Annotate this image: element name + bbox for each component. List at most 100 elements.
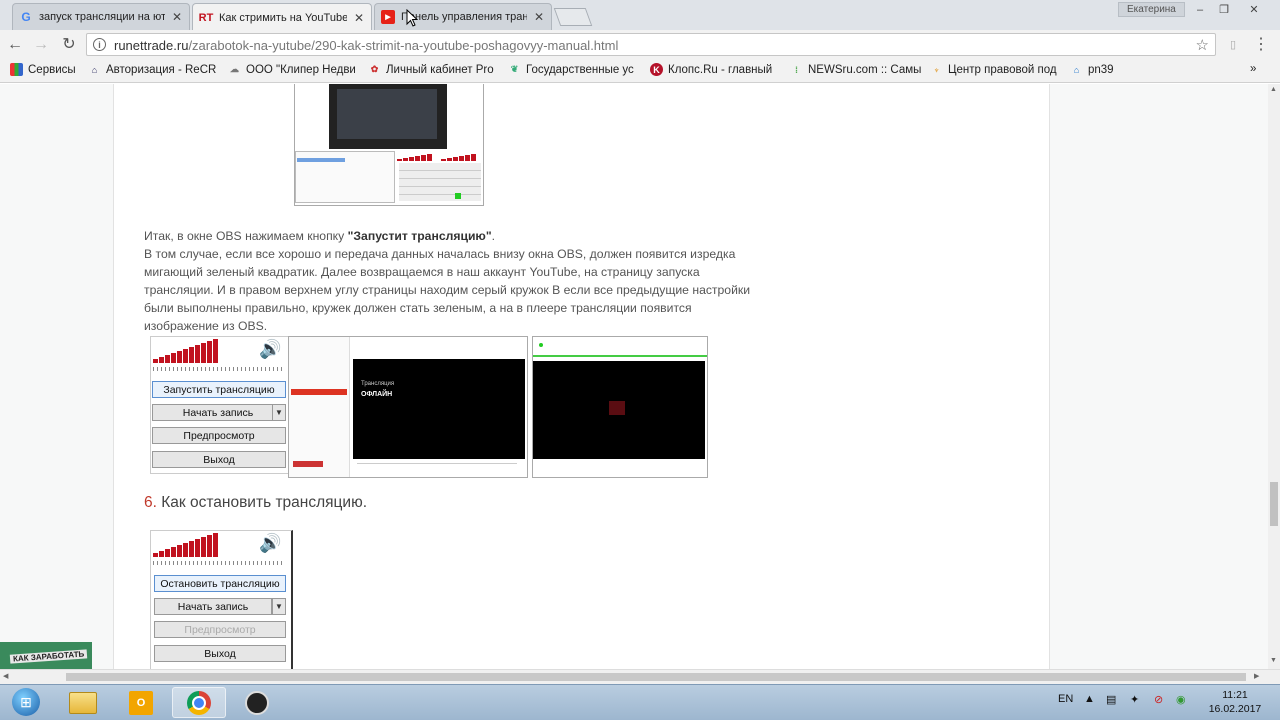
reload-icon[interactable]: ↻ bbox=[60, 36, 78, 54]
para-text: Итак, в окне OBS нажимаем кнопку bbox=[144, 229, 348, 243]
system-clock[interactable]: 11:21 16.02.2017 bbox=[1200, 688, 1270, 716]
chevron-down-icon[interactable]: ▼ bbox=[272, 404, 286, 421]
bookmark-item[interactable]: Сервисы bbox=[10, 63, 76, 76]
bookmark-item[interactable]: ☁ ООО "Клипер Недви bbox=[228, 63, 356, 76]
live-status-dot bbox=[539, 343, 543, 347]
outlook-icon: O bbox=[129, 690, 153, 715]
start-record-button[interactable]: Начать запись bbox=[152, 404, 284, 421]
close-icon[interactable]: ✕ bbox=[353, 11, 365, 25]
house-icon: ⌂ bbox=[91, 64, 98, 75]
bookmark-label: ООО "Клипер Недви bbox=[246, 63, 356, 76]
info-icon[interactable]: i bbox=[93, 38, 106, 51]
stream-logo-icon bbox=[609, 401, 625, 415]
school-icon: ⌂ bbox=[1073, 64, 1080, 75]
taskbar-explorer[interactable] bbox=[56, 687, 110, 718]
minimize-icon[interactable]: – bbox=[1190, 3, 1210, 17]
url-host: runettrade.ru bbox=[114, 38, 189, 53]
back-icon[interactable]: ← bbox=[6, 36, 24, 54]
start-stream-button[interactable]: Запустить трансляцию bbox=[152, 381, 286, 398]
article-paragraph: Итак, в окне OBS нажимаем кнопку "Запуст… bbox=[144, 228, 764, 335]
bookmarks-more-button[interactable]: » bbox=[1250, 63, 1256, 75]
url-path: /zarabotok-na-yutube/290-kak-strimit-na-… bbox=[188, 38, 619, 53]
taskbar-outlook[interactable]: O bbox=[114, 687, 168, 718]
promo-banner[interactable]: КАК ЗАРАБОТАТЬ bbox=[0, 642, 92, 669]
horizontal-scroll-thumb[interactable] bbox=[66, 673, 1246, 681]
offline-label: ОФЛАЙН bbox=[361, 391, 393, 398]
preview-button[interactable]: Предпросмотр bbox=[154, 621, 286, 638]
bookmark-item[interactable]: ⁞ NEWSru.com :: Самы bbox=[790, 63, 921, 76]
scroll-up-icon[interactable]: ▲ bbox=[1270, 86, 1277, 93]
para-bold: "Запустит трансляцию" bbox=[347, 229, 492, 243]
bookmark-item[interactable]: ♆ Центр правовой под bbox=[930, 63, 1057, 76]
url-text: runettrade.ru/zarabotok-na-yutube/290-ka… bbox=[114, 38, 618, 53]
torch-icon: ♆ bbox=[933, 64, 940, 75]
scroll-left-icon[interactable]: ◀ bbox=[3, 672, 8, 680]
window-close-icon[interactable]: ✕ bbox=[1240, 3, 1268, 17]
tab-title: Как стримить на YouTube bbox=[219, 11, 347, 24]
windows-logo-icon: ⊞ bbox=[12, 688, 40, 716]
taskbar-chrome[interactable] bbox=[172, 687, 226, 718]
bookmark-item[interactable]: ❦ Государственные ус bbox=[508, 63, 634, 76]
section-title: Как остановить трансляцию. bbox=[156, 494, 368, 511]
bookmark-item[interactable]: ⌂ pn39 bbox=[1070, 63, 1114, 76]
tab-article[interactable]: RT Как стримить на YouTube ✕ bbox=[192, 3, 372, 31]
exit-button[interactable]: Выход bbox=[154, 645, 286, 662]
taskbar-obs[interactable] bbox=[230, 687, 284, 718]
video-player[interactable]: Трансляция ОФЛАЙН bbox=[353, 359, 525, 459]
new-tab-button[interactable] bbox=[553, 8, 593, 26]
folder-icon bbox=[69, 691, 97, 714]
language-indicator[interactable]: EN bbox=[1058, 693, 1073, 705]
bookmark-item[interactable]: ✿ Личный кабинет Pro bbox=[368, 63, 494, 76]
bookmark-label: Клопс.Ru - главный bbox=[668, 63, 773, 76]
network-tray-icon[interactable]: ▤ bbox=[1106, 693, 1116, 706]
bookmark-label: Авторизация - ReCR bbox=[106, 63, 217, 76]
horizontal-scrollbar[interactable]: ◀ ▶ bbox=[0, 669, 1280, 684]
stop-stream-button[interactable]: Остановить трансляцию bbox=[154, 575, 286, 592]
section-heading: 6. Как остановить трансляцию. bbox=[144, 494, 367, 512]
start-button[interactable]: ⊞ bbox=[6, 686, 46, 718]
volume-meter bbox=[153, 339, 218, 363]
scroll-down-icon[interactable]: ▼ bbox=[1270, 657, 1277, 664]
obs-start-panel: 🔊 Запустить трансляцию Начать запись ▼ П… bbox=[150, 336, 290, 474]
restore-icon[interactable]: ❐ bbox=[1214, 3, 1234, 17]
bookmark-label: Личный кабинет Pro bbox=[386, 63, 494, 76]
article-column: Итак, в окне OBS нажимаем кнопку "Запуст… bbox=[113, 84, 1050, 669]
forward-icon[interactable]: → bbox=[32, 36, 50, 54]
vertical-scroll-thumb[interactable] bbox=[1270, 482, 1278, 526]
profile-button[interactable]: Екатерина bbox=[1118, 2, 1185, 17]
bookmark-item[interactable]: K Клопс.Ru - главный bbox=[650, 63, 772, 76]
tray-expand-icon[interactable]: ▲ bbox=[1084, 693, 1095, 705]
tab-search[interactable]: G запуск трансляции на ютуб ✕ bbox=[12, 3, 190, 30]
youtube-dashboard-screenshot: Трансляция ОФЛАЙН bbox=[288, 336, 528, 478]
news-icon: ⁞ bbox=[795, 64, 798, 75]
connection-tray-icon[interactable]: ⊘ bbox=[1154, 693, 1163, 706]
runettrade-icon: RT bbox=[198, 11, 214, 24]
leaf-icon: ❦ bbox=[510, 64, 519, 74]
section-number: 6. bbox=[144, 494, 157, 511]
bookmark-item[interactable]: ⌂ Авторизация - ReCR bbox=[88, 63, 217, 76]
browser-toolbar: ← → ↻ i runettrade.ru/zarabotok-na-yutub… bbox=[0, 30, 1280, 59]
vertical-scrollbar[interactable]: ▲ ▼ bbox=[1268, 84, 1280, 669]
sync-tray-icon[interactable]: ◉ bbox=[1176, 693, 1186, 706]
extension-icon[interactable]: ▯ bbox=[1224, 36, 1242, 54]
youtube-live-screenshot bbox=[532, 336, 708, 478]
obs-preview-image bbox=[329, 84, 447, 149]
menu-icon[interactable]: ⋮ bbox=[1252, 36, 1270, 54]
para-text: . bbox=[491, 229, 496, 243]
exit-button[interactable]: Выход bbox=[152, 451, 286, 468]
start-record-button[interactable]: Начать запись bbox=[154, 598, 272, 615]
security-tray-icon[interactable]: ✦ bbox=[1130, 693, 1139, 706]
tab-youtube-dashboard[interactable]: ▶ Панель управления трансляцией ✕ bbox=[374, 3, 552, 30]
obs-icon bbox=[245, 690, 269, 715]
bookmark-star-icon[interactable]: ☆ bbox=[1196, 36, 1209, 54]
address-bar[interactable]: i runettrade.ru/zarabotok-na-yutube/290-… bbox=[86, 33, 1216, 56]
obs-stop-panel: 🔊 Остановить трансляцию Начать запись ▼ … bbox=[150, 530, 293, 669]
close-icon[interactable]: ✕ bbox=[171, 10, 183, 24]
tab-strip: G запуск трансляции на ютуб ✕ RT Как стр… bbox=[0, 0, 1280, 31]
close-icon[interactable]: ✕ bbox=[533, 10, 545, 24]
chevron-down-icon[interactable]: ▼ bbox=[272, 598, 286, 615]
live-video-player[interactable] bbox=[533, 361, 705, 459]
preview-button[interactable]: Предпросмотр bbox=[152, 427, 286, 444]
scroll-right-icon[interactable]: ▶ bbox=[1254, 672, 1259, 680]
bookmark-label: Центр правовой под bbox=[948, 63, 1057, 76]
